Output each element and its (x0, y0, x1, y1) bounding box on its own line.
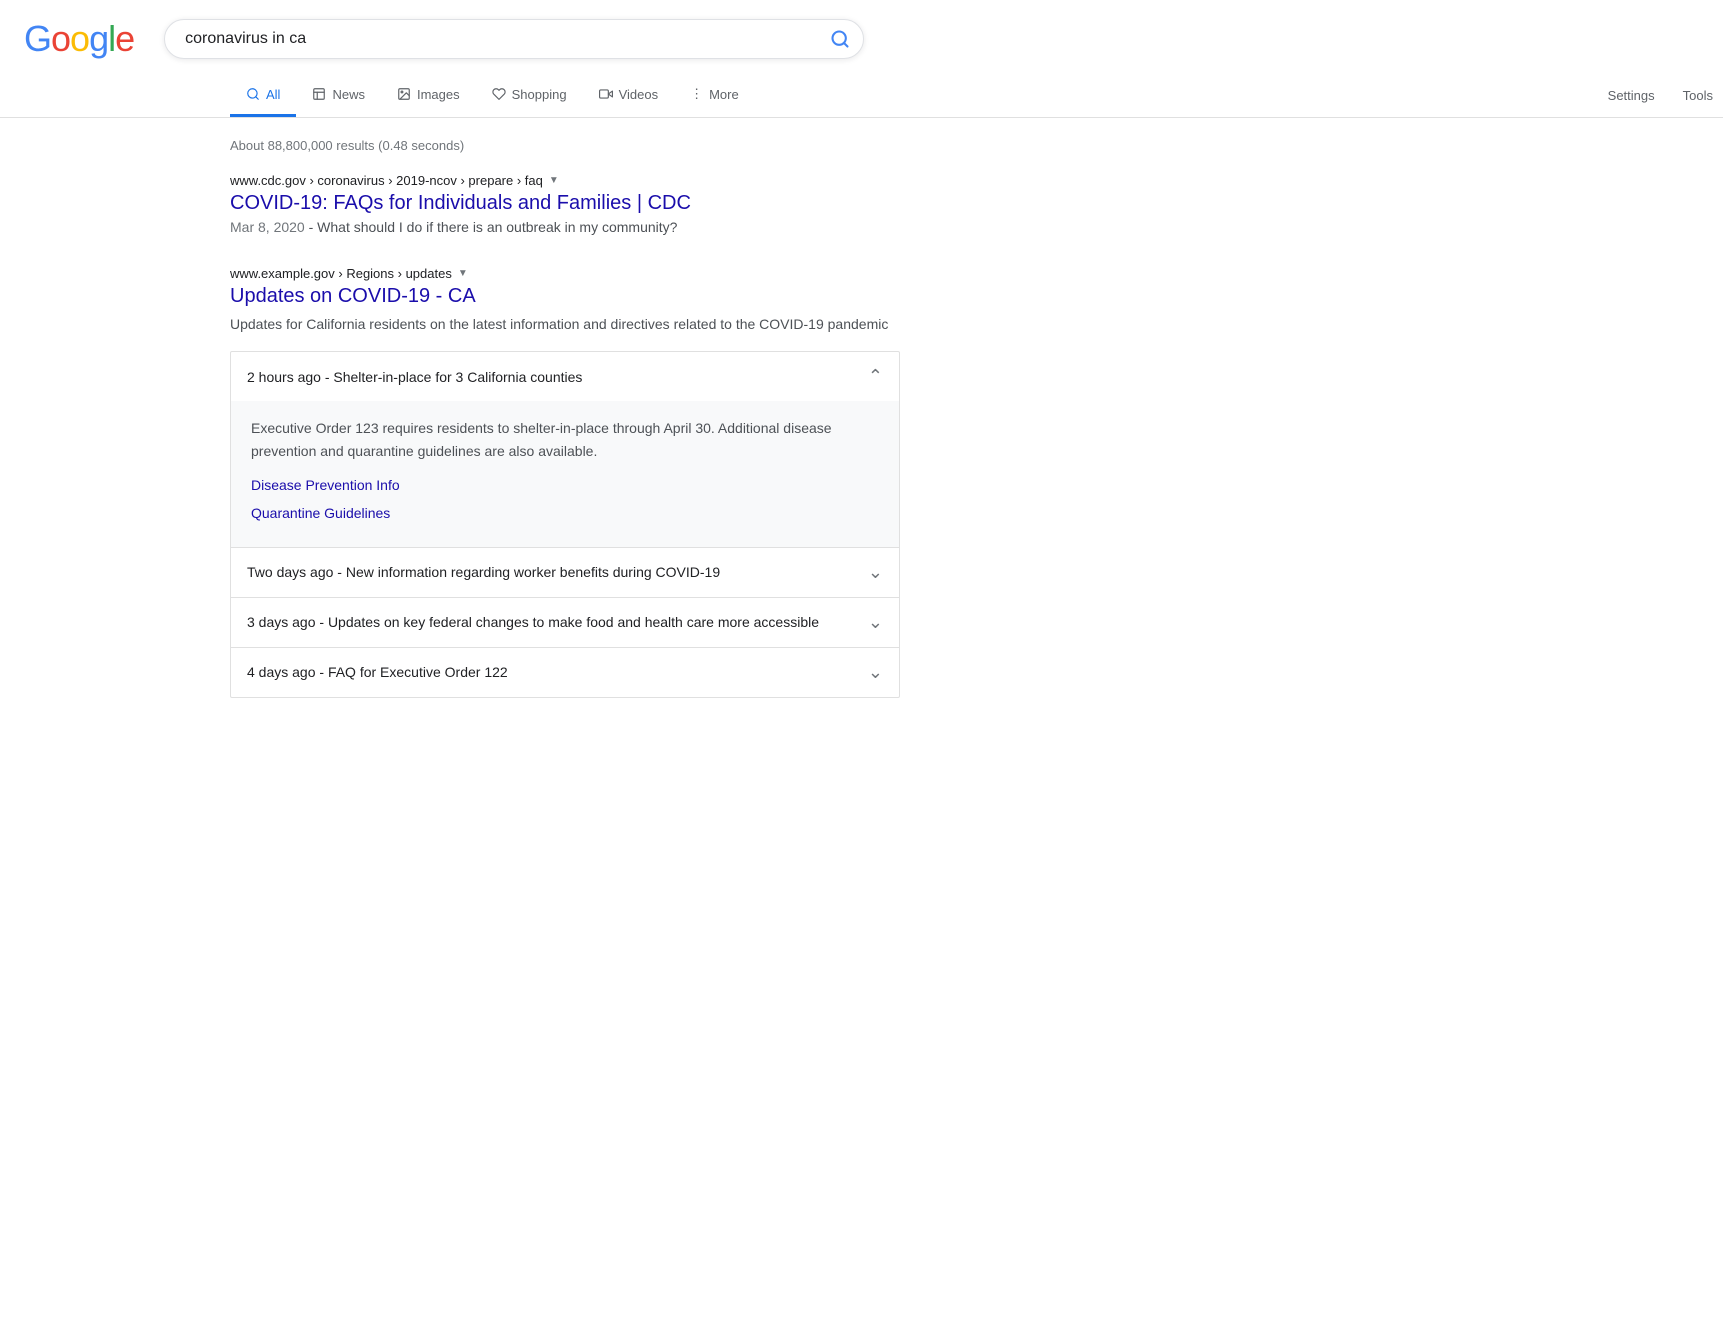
search-result-cdc: www.cdc.gov › coronavirus › 2019-ncov › … (230, 173, 900, 238)
all-icon (246, 87, 260, 101)
result-snippet-cdc: Mar 8, 2020 - What should I do if there … (230, 216, 900, 238)
chevron-down-icon-4: ⌄ (868, 662, 883, 683)
tab-more-label: More (709, 87, 739, 102)
logo-o1: o (51, 18, 70, 60)
expandable-item-4: 4 days ago - FAQ for Executive Order 122… (231, 647, 899, 697)
expandable-item-3: 3 days ago - Updates on key federal chan… (231, 597, 899, 647)
tab-shopping[interactable]: Shopping (476, 75, 583, 117)
tools-link[interactable]: Tools (1673, 76, 1723, 115)
tab-shopping-label: Shopping (512, 87, 567, 102)
settings-tools: Settings Tools (1598, 76, 1723, 115)
tab-more[interactable]: ⋮ More (674, 74, 755, 117)
nav-tabs: All News Images Shopping Videos ⋮ More S… (0, 66, 1723, 118)
videos-icon (599, 87, 613, 101)
expandable-item-1: 2 hours ago - Shelter-in-place for 3 Cal… (231, 352, 899, 547)
expandable-header-text-3: 3 days ago - Updates on key federal chan… (247, 614, 819, 630)
tab-images-label: Images (417, 87, 460, 102)
result-url-ca: www.example.gov › Regions › updates ▼ (230, 266, 900, 281)
expandable-header-4[interactable]: 4 days ago - FAQ for Executive Order 122… (231, 648, 899, 697)
result-url-text-cdc: www.cdc.gov › coronavirus › 2019-ncov › … (230, 173, 543, 188)
url-dropdown-arrow-ca[interactable]: ▼ (458, 268, 468, 279)
logo-g2: g (89, 18, 108, 60)
main-content: About 88,800,000 results (0.48 seconds) … (0, 118, 900, 746)
tab-videos[interactable]: Videos (583, 75, 675, 117)
chevron-down-icon-2: ⌄ (868, 562, 883, 583)
chevron-up-icon-1: ⌃ (868, 366, 883, 387)
result-url-cdc: www.cdc.gov › coronavirus › 2019-ncov › … (230, 173, 900, 188)
result-snippet-text-cdc: - What should I do if there is an outbre… (309, 219, 678, 235)
logo-g: G (24, 18, 51, 60)
chevron-down-icon-3: ⌄ (868, 612, 883, 633)
images-icon (397, 87, 411, 101)
expandable-header-text-1: 2 hours ago - Shelter-in-place for 3 Cal… (247, 369, 582, 385)
expandable-header-3[interactable]: 3 days ago - Updates on key federal chan… (231, 598, 899, 647)
logo-e: e (115, 18, 134, 60)
url-dropdown-arrow-cdc[interactable]: ▼ (549, 175, 559, 186)
more-dots-icon: ⋮ (690, 86, 703, 102)
settings-link[interactable]: Settings (1598, 76, 1665, 115)
expandable-item-2: Two days ago - New information regarding… (231, 547, 899, 597)
logo-o2: o (70, 18, 89, 60)
search-button[interactable] (830, 29, 850, 49)
expandable-header-text-4: 4 days ago - FAQ for Executive Order 122 (247, 664, 508, 680)
search-bar-container: coronavirus in ca (164, 19, 864, 59)
expandable-container: 2 hours ago - Shelter-in-place for 3 Cal… (230, 351, 900, 698)
news-icon (312, 87, 326, 101)
result-title-cdc[interactable]: COVID-19: FAQs for Individuals and Famil… (230, 192, 691, 214)
logo-l: l (108, 18, 115, 60)
expandable-content-1: Executive Order 123 requires residents t… (231, 401, 899, 547)
quarantine-guidelines-link[interactable]: Quarantine Guidelines (251, 502, 879, 524)
tab-all-label: All (266, 87, 280, 102)
tab-news-label: News (332, 87, 365, 102)
result-title-ca[interactable]: Updates on COVID-19 - CA (230, 285, 476, 307)
tab-all[interactable]: All (230, 75, 296, 117)
expandable-header-2[interactable]: Two days ago - New information regarding… (231, 548, 899, 597)
result-description-ca: Updates for California residents on the … (230, 313, 900, 335)
tab-news[interactable]: News (296, 75, 381, 117)
results-count: About 88,800,000 results (0.48 seconds) (230, 138, 900, 153)
tab-images[interactable]: Images (381, 75, 476, 117)
search-result-ca: www.example.gov › Regions › updates ▼ Up… (230, 266, 900, 698)
search-input[interactable]: coronavirus in ca (164, 19, 864, 59)
expandable-content-text-1: Executive Order 123 requires residents t… (251, 417, 879, 462)
disease-prevention-link[interactable]: Disease Prevention Info (251, 474, 879, 496)
expandable-header-text-2: Two days ago - New information regarding… (247, 564, 720, 580)
expandable-header-1[interactable]: 2 hours ago - Shelter-in-place for 3 Cal… (231, 352, 899, 401)
tab-videos-label: Videos (619, 87, 659, 102)
header: Google coronavirus in ca (0, 0, 1723, 60)
google-logo: Google (24, 18, 134, 60)
result-date-cdc: Mar 8, 2020 (230, 219, 305, 235)
search-icon (830, 29, 850, 49)
result-url-text-ca: www.example.gov › Regions › updates (230, 266, 452, 281)
shopping-icon (492, 87, 506, 101)
